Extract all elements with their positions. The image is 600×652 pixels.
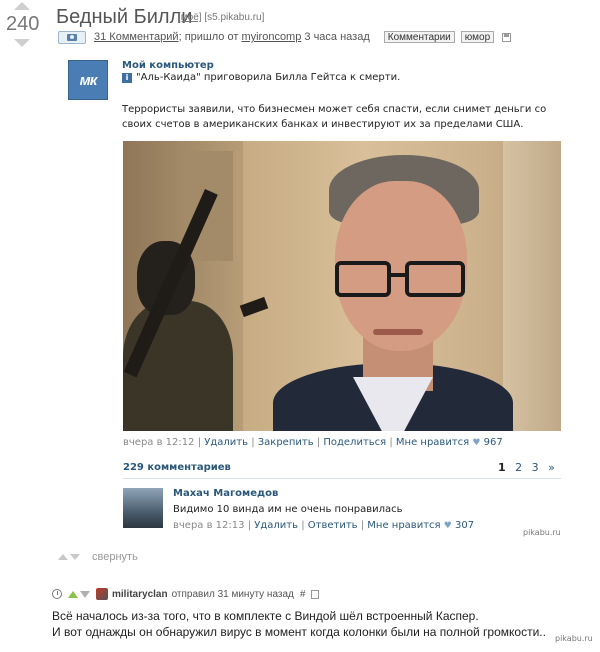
like-button[interactable]: Мне нравится [396,437,469,448]
pagination: 1 2 3 » [492,461,555,474]
group-logo: мк [68,60,108,100]
save-comment-icon[interactable] [311,589,320,599]
page-3[interactable]: 3 [532,461,539,474]
like-count: 967 [483,437,503,448]
group-name[interactable]: Мой компьютер [122,60,214,71]
tag-humor[interactable]: юмор [460,31,495,43]
news-body: Террористы заявили, что бизнесмен может … [122,104,547,130]
comment-permalink[interactable]: # [300,589,306,600]
heart-icon: ♥ [472,438,481,448]
downvote-arrow-icon[interactable] [14,39,30,47]
comment-line: Всё началось из-за того, что в комплекте… [52,609,479,623]
comments-link[interactable]: 31 Комментарий [94,31,179,43]
comment-sent-time: отправил 31 минуту назад [171,588,294,600]
time-ago: 3 часа назад [304,31,370,43]
tag-comments[interactable]: Комментарии [383,31,455,43]
watermark: pikabu.ru [555,634,593,643]
comment-header: militaryclan отправил 31 минуту назад # [52,588,320,600]
tag-source: [s5.pikabu.ru] [204,12,265,23]
save-icon[interactable] [502,32,512,42]
vote-block: 240 [6,2,40,47]
comment-actions: вчера в 12:13 | Удалить | Ответить | Мне… [173,520,475,531]
commenter-avatar[interactable] [123,488,163,528]
collapse-up-icon [58,554,68,560]
clock-icon [52,589,62,599]
heart-icon: ♥ [443,521,452,531]
collapse-down-icon [70,554,80,560]
comment-body: Всё началось из-за того, что в комплекте… [52,608,546,640]
page-next[interactable]: » [548,461,555,474]
page-2[interactable]: 2 [515,461,522,474]
upvote-arrow-icon[interactable] [14,2,30,10]
comment-text: Видимо 10 винда им не очень понравилась [173,504,403,515]
post-actions: вчера в 12:12 | Удалить | Закрепить | По… [123,437,503,448]
pin-link[interactable]: Закрепить [258,437,314,448]
collapse-control[interactable]: свернуть [58,551,138,563]
delete-link[interactable]: Удалить [204,437,248,448]
author-link[interactable]: myironcomp [241,31,301,43]
comment-upvote-icon[interactable] [68,590,78,598]
title-tags: [моё] [s5.pikabu.ru] [178,12,264,23]
watermark: pikabu.ru [523,528,561,537]
divider [123,478,561,479]
post-time: вчера в 12:12 [123,437,195,448]
share-link[interactable]: Поделиться [323,437,386,448]
post-score: 240 [6,13,40,35]
camera-icon[interactable] [58,30,86,44]
comment-username[interactable]: militaryclan [112,589,168,600]
comments-count[interactable]: 229 комментариев [123,462,231,473]
news-headline: "Аль-Каида" приговорила Билла Гейтса к с… [136,72,401,83]
collapse-label[interactable]: свернуть [92,551,138,563]
post-meta: 31 Комментарий ; пришло от myironcomp 3 … [58,30,512,44]
tag-mine[interactable]: [моё] [178,12,202,23]
comment-like-count: 307 [455,520,475,531]
info-icon: i [122,73,132,83]
comment-like-button[interactable]: Мне нравится [367,520,440,531]
comment-line: И вот однажды он обнаружил вирус в момен… [52,625,546,639]
user-avatar[interactable] [96,588,108,600]
news-photo [123,141,561,431]
reply-link[interactable]: Ответить [308,520,358,531]
commenter-name[interactable]: Махач Магомедов [173,488,278,499]
comment-delete-link[interactable]: Удалить [254,520,298,531]
comment-downvote-icon[interactable] [80,590,90,598]
page-1[interactable]: 1 [498,461,506,474]
came-from-text: ; пришло от [178,31,239,43]
comment-time: вчера в 12:13 [173,520,245,531]
post-title[interactable]: Бедный Билли [56,6,192,29]
